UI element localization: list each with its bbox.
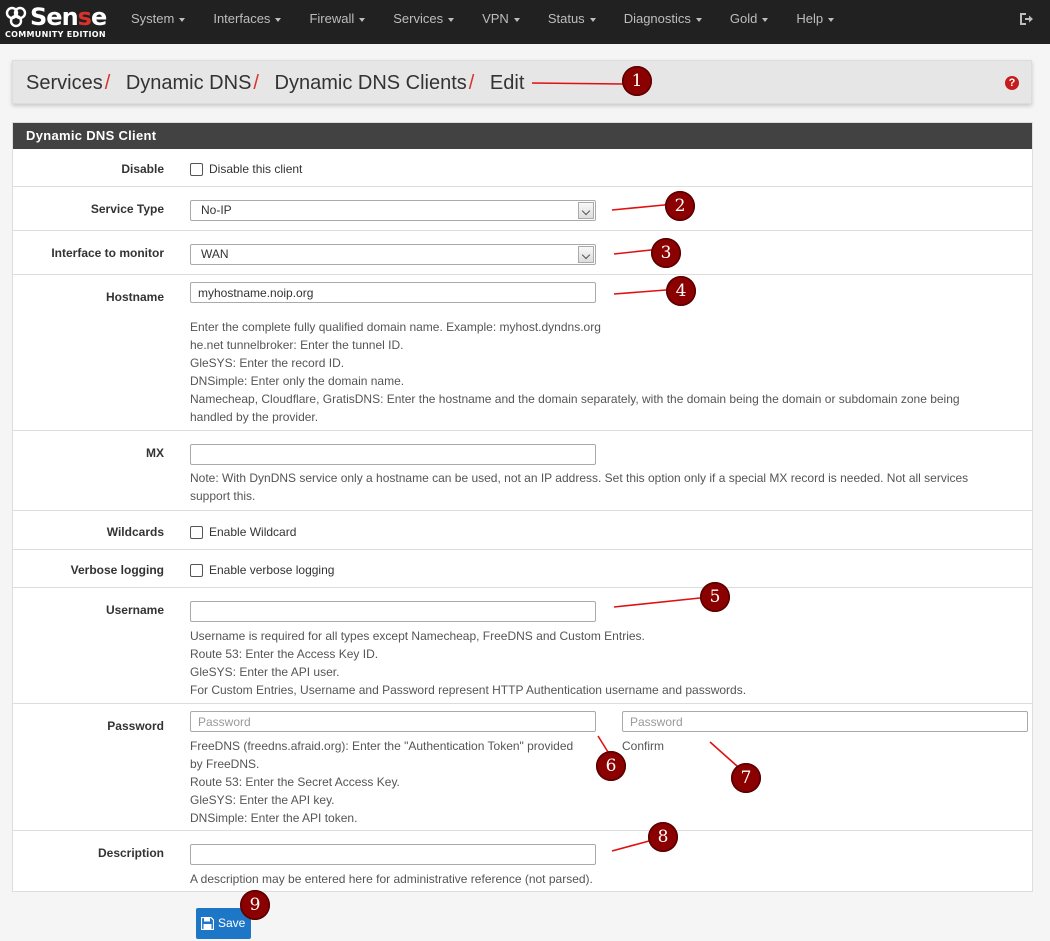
annotation-marker-1: 1 [622,66,652,96]
mx-label: MX [146,446,164,460]
row-interface: Interface to monitor WAN [13,231,1032,275]
chevron-down-icon [578,246,594,263]
password-input[interactable] [190,711,596,732]
menu-help[interactable]: Help [782,0,848,44]
caret-down-icon [448,17,455,22]
caret-down-icon [695,17,702,22]
dynamic-dns-client-panel: Dynamic DNS Client Disable Disable this … [12,122,1033,892]
menu-firewall[interactable]: Firewall [295,0,379,44]
annotation-marker-7: 7 [731,763,761,793]
menu-diagnostics[interactable]: Diagnostics [610,0,716,44]
annotation-marker-3: 3 [651,238,681,268]
hostname-help: Enter the complete fully qualified domai… [190,320,960,424]
password-confirm-input[interactable] [622,711,1028,732]
disable-label: Disable [121,162,164,176]
annotation-marker-9: 9 [240,890,270,920]
annotation-marker-5: 5 [700,582,730,612]
menu-vpn[interactable]: VPN [468,0,534,44]
menu-status[interactable]: Status [534,0,610,44]
wildcards-label: Wildcards [106,525,164,539]
annotation-marker-2: 2 [665,191,695,221]
username-help: Username is required for all types excep… [190,629,747,697]
menu-services[interactable]: Services [379,0,468,44]
caret-down-icon [275,17,282,22]
row-disable: Disable Disable this client [13,149,1032,187]
help-icon[interactable]: ? [1005,76,1019,90]
mx-input[interactable] [190,444,596,465]
description-label: Description [97,846,164,860]
disable-checkbox-group[interactable]: Disable this client [190,162,302,177]
row-wildcards: Wildcards Enable Wildcard [13,511,1032,550]
password-help: FreeDNS (freedns.afraid.org): Enter the … [190,739,574,825]
top-navbar: Sense COMMUNITY EDITION System Interface… [0,0,1050,44]
logout-icon[interactable] [1018,11,1034,27]
menu-interfaces[interactable]: Interfaces [199,0,295,44]
caret-down-icon [762,17,769,22]
row-service-type: Service Type No-IP [13,187,1032,231]
row-verbose-logging: Verbose logging Enable verbose logging [13,550,1032,588]
caret-down-icon [589,17,596,22]
floppy-disk-icon [201,917,214,930]
logo-mark-icon [5,6,27,28]
caret-down-icon [513,17,520,22]
hostname-input[interactable] [190,282,596,303]
menu-gold[interactable]: Gold [716,0,782,44]
hostname-label: Hostname [105,290,164,304]
row-mx: MX Note: With DynDNS service only a host… [13,431,1032,511]
breadcrumb-trail: Services / Dynamic DNS / Dynamic DNS Clien… [26,72,525,94]
wildcard-checkbox[interactable] [190,526,203,540]
username-label: Username [105,603,164,617]
verbose-logging-label: Verbose logging [70,563,164,577]
wildcard-checkbox-group[interactable]: Enable Wildcard [190,525,296,540]
breadcrumb-dynamic-dns[interactable]: Dynamic DNS [126,72,252,94]
caret-down-icon [359,17,366,22]
interface-label: Interface to monitor [51,246,164,260]
disable-checkbox[interactable] [190,163,203,177]
description-input[interactable] [190,844,596,865]
verbose-checkbox[interactable] [190,564,203,578]
row-password: Password Confirm FreeDNS (freedns.afraid… [13,704,1032,831]
password-confirm-label: Confirm [622,739,665,753]
username-input[interactable] [190,601,596,622]
logo-subtitle: COMMUNITY EDITION [5,30,106,39]
panel-title: Dynamic DNS Client [13,123,1032,149]
interface-select[interactable]: WAN [190,244,596,265]
breadcrumb-edit: Edit [489,72,525,94]
breadcrumb: Services / Dynamic DNS / Dynamic DNS Clien… [12,60,1032,104]
verbose-checkbox-group[interactable]: Enable verbose logging [190,563,334,578]
caret-down-icon [828,17,835,22]
main-menu: System Interfaces Firewall Services VPN … [117,0,848,44]
chevron-down-icon [578,202,594,219]
annotation-marker-6: 6 [596,751,626,781]
pfsense-logo[interactable]: Sense COMMUNITY EDITION [4,3,107,40]
row-hostname: Hostname Enter the complete fully qualif… [13,275,1032,431]
mx-help: Note: With DynDNS service only a hostnam… [190,471,969,503]
logo-wordmark: Sense [30,3,107,31]
row-description: Description A description may be entered… [13,831,1032,891]
annotation-marker-4: 4 [666,276,696,306]
breadcrumb-dynamic-dns-clients[interactable]: Dynamic DNS Clients [275,72,467,94]
row-username: Username Username is required for all ty… [13,588,1032,704]
description-help: A description may be entered here for ad… [190,872,593,886]
service-type-select[interactable]: No-IP [190,200,596,221]
service-type-label: Service Type [90,202,164,216]
annotation-marker-8: 8 [648,822,678,852]
menu-system[interactable]: System [117,0,199,44]
breadcrumb-services[interactable]: Services [26,72,103,94]
caret-down-icon [179,17,186,22]
password-label: Password [107,719,164,733]
